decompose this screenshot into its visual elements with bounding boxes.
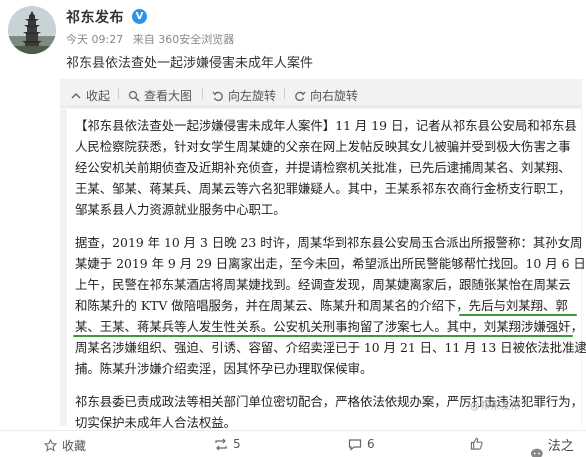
zoom-in-icon	[128, 90, 140, 102]
article-line: 上午，民警在祁东某酒店将周某婕找到。经调查发现，周某婕离家后，跟随张某怡在周某云	[75, 277, 571, 292]
favorite-label: 收藏	[62, 439, 87, 453]
brand-watermark: 法之剑	[530, 435, 586, 457]
view-large-label: 查看大图	[144, 89, 193, 103]
collapse-icon	[71, 92, 81, 99]
repost-button[interactable]: 5	[214, 437, 241, 451]
rotate-left-label: 向左旋转	[228, 89, 277, 103]
article-line: 据查，2019 年 10 月 3 日晚 23 时许，周某华到祁东县公安局玉合派出…	[75, 235, 583, 250]
avatar[interactable]	[8, 6, 56, 54]
collapse-label: 收起	[86, 89, 111, 103]
post-source: 来自 360安全浏览器	[132, 33, 235, 46]
collapse-button[interactable]: 收起	[70, 87, 110, 104]
comment-count: 6	[367, 437, 375, 451]
article-line: 捕。陈某升涉嫌介绍卖淫，因其怀孕已办理取保候审。	[75, 361, 373, 376]
comment-icon	[348, 438, 362, 451]
toolbar-divider	[284, 88, 285, 99]
highlight-underline	[73, 335, 573, 337]
article-line: 经公安机关前期侦查及近期补充侦查，并提请检察机关批准，已先后逮捕周某名、刘某翔、	[75, 160, 571, 175]
comment-button[interactable]: 6	[348, 437, 375, 451]
action-bar: 收藏 5 6 法之剑	[0, 430, 586, 457]
article-line: 某婕于 2019 年 9 月 29 日离家出走，至今未回，希望派出所民警能够帮忙…	[75, 256, 586, 271]
image-toolbar: 收起 查看大图 向左旋转 向右旋转	[60, 79, 582, 107]
rotate-right-icon	[295, 91, 306, 101]
pagoda-avatar-image	[8, 6, 56, 54]
view-large-button[interactable]: 查看大图	[128, 87, 192, 104]
like-button[interactable]	[470, 437, 483, 450]
author-name[interactable]: 祁东发布	[66, 7, 124, 27]
rotate-right-label: 向右旋转	[310, 89, 359, 103]
rotate-left-icon	[212, 91, 223, 101]
article-line: 某、王某、蒋某兵等人发生性关系。公安机关刑事拘留了涉案七人。其中，刘某翔涉嫌强奸…	[75, 319, 584, 334]
toolbar-divider	[202, 88, 203, 99]
article-line: 周某名涉嫌组织、强迫、引诱、容留、介绍卖淫已于 10 月 21 日、11 月 1…	[75, 340, 586, 355]
weibo-watermark: @祁东发布	[470, 401, 520, 412]
article-line: 切实保护未成年人合法权益。	[75, 415, 237, 430]
article-line: 【祁东县依法查处一起涉嫌侵害未成年人案件】11 月 19 日，记者从祁东县公安局…	[75, 118, 577, 133]
thumbs-up-icon	[470, 437, 483, 450]
favorite-button[interactable]: 收藏	[44, 437, 86, 454]
chat-bubble-icon	[530, 448, 543, 457]
article-line: 和陈某升的 KTV 做陪唱服务，并在周某云、陈某升和周某名的介绍下，先后与刘某翔…	[75, 298, 568, 313]
star-icon	[44, 439, 57, 452]
post-meta: 今天 09:27 来自 360安全浏览器	[66, 31, 240, 47]
rotate-left-button[interactable]: 向左旋转	[212, 87, 276, 104]
image-viewer-panel: 收起 查看大图 向左旋转 向右旋转 【祁东县依法查处一起涉嫌侵害未成年人案件】1…	[60, 79, 586, 430]
post-text: 祁东县依法查处一起涉嫌侵害未成年人案件	[66, 56, 314, 71]
article-line: 王某、邹某、蒋某兵、周某云等六名犯罪嫌疑人。其中，王某系祁东农商行金桥支行职工，	[75, 181, 571, 196]
article-line: 人民检察院获悉，针对女学生周某婕的父亲在网上发帖反映其女儿被骗并受到极大伤害之事	[75, 139, 571, 154]
repost-icon	[215, 438, 227, 450]
brand-watermark-text: 法之剑	[547, 439, 574, 454]
toolbar-divider	[118, 88, 119, 99]
rotate-right-button[interactable]: 向右旋转	[294, 87, 358, 104]
article-image[interactable]: 【祁东县依法查处一起涉嫌侵害未成年人案件】11 月 19 日，记者从祁东县公安局…	[67, 109, 586, 430]
post-time[interactable]: 今天 09:27	[66, 33, 123, 46]
article-line: 邹某系县人力资源就业服务中心职工。	[75, 202, 286, 217]
verified-badge-icon: V	[132, 9, 147, 24]
repost-count: 5	[233, 437, 241, 451]
highlight-underline	[459, 314, 577, 316]
